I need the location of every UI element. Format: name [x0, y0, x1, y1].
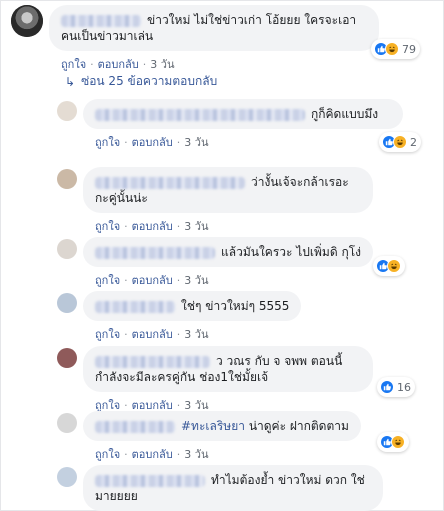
- comment-text: แล้วมันใครวะ ไปเพิ่มดิ กุโง่: [221, 245, 362, 259]
- comment-bubble: #ทะเลริษยา น่าดูค่ะ ฝากติดตาม: [83, 411, 361, 441]
- reply-comment: ว วณร กับ จ จพพ ตอนนี้กำลังจะมีละครคู่กั…: [57, 346, 373, 414]
- like-link[interactable]: ถูกใจ: [95, 328, 120, 341]
- comment-bubble: ว่างั้นเจ้จะกล้าเรอะกะคู่นั้นน่ะ: [83, 167, 373, 213]
- comment-bubble: ใช่ๆ ข่าวใหม่ๆ 5555: [83, 291, 302, 321]
- reply-comment: แล้วมันใครวะ ไปเพิ่มดิ กุโง่ ถูกใจ · ตอบกล…: [57, 237, 374, 289]
- commenter-name[interactable]: [95, 108, 305, 121]
- comment-time[interactable]: 3 วัน: [184, 274, 208, 287]
- haha-reaction-icon: [385, 42, 399, 56]
- comment-actions: ถูกใจ · ตอบกลับ · 3 วัน: [95, 136, 209, 149]
- reply-comment: ทำไมต้องย้ำ ข่าวใหม่ ดวก ใช่มายยยย: [57, 465, 383, 511]
- commenter-name[interactable]: [95, 300, 175, 313]
- comment-time[interactable]: 3 วัน: [184, 220, 208, 233]
- commenter-name[interactable]: [95, 176, 245, 189]
- reply-comment: กูก็คิดแบบมึง ถูกใจ · ตอบกลับ · 3 วัน: [57, 99, 403, 151]
- top-comment: ข่าวใหม่ ไม่ใช่ข่าวเก่า โอ้ยยย ใครจะเอาค…: [11, 5, 379, 73]
- reply-link[interactable]: ตอบกลับ: [132, 136, 173, 149]
- commenter-name[interactable]: [95, 355, 210, 368]
- like-link[interactable]: ถูกใจ: [95, 274, 120, 287]
- like-link[interactable]: ถูกใจ: [95, 136, 120, 149]
- comment-bubble: กูก็คิดแบบมึง: [83, 99, 403, 129]
- avatar[interactable]: [57, 348, 77, 368]
- comment-actions: ถูกใจ · ตอบกลับ · 3 วัน: [95, 448, 209, 461]
- comment-text: ใช่ๆ ข่าวใหม่ๆ 5555: [181, 299, 290, 313]
- comment-bubble: ข่าวใหม่ ไม่ใช่ข่าวเก่า โอ้ยยย ใครจะเอาค…: [49, 5, 379, 51]
- avatar[interactable]: [57, 467, 77, 487]
- comment-actions: ถูกใจ · ตอบกลับ · 3 วัน: [95, 328, 209, 341]
- comment-bubble: แล้วมันใครวะ ไปเพิ่มดิ กุโง่: [83, 237, 374, 267]
- commenter-name[interactable]: [95, 474, 205, 487]
- reaction-summary[interactable]: 2: [379, 132, 421, 152]
- comment-text: น่าดูค่ะ ฝากติดตาม: [245, 419, 349, 433]
- like-reaction-icon: [380, 380, 394, 394]
- comment-bubble: ว วณร กับ จ จพพ ตอนนี้กำลังจะมีละครคู่กั…: [83, 346, 373, 392]
- haha-reaction-icon: [393, 135, 407, 149]
- reaction-summary[interactable]: [373, 256, 405, 276]
- commenter-name[interactable]: [61, 14, 141, 27]
- reaction-count: 2: [410, 135, 417, 149]
- reaction-summary[interactable]: 79: [371, 39, 420, 59]
- comment-time[interactable]: 3 วัน: [150, 58, 174, 71]
- commenter-name[interactable]: [95, 420, 175, 433]
- reaction-summary[interactable]: 16: [377, 377, 415, 397]
- comment-actions: ถูกใจ · ตอบกลับ · 3 วัน: [61, 58, 175, 71]
- reply-link[interactable]: ตอบกลับ: [132, 220, 173, 233]
- comment-time[interactable]: 3 วัน: [184, 448, 208, 461]
- reaction-count: 16: [397, 380, 411, 394]
- comment-time[interactable]: 3 วัน: [184, 328, 208, 341]
- like-link[interactable]: ถูกใจ: [61, 58, 86, 71]
- comment-time[interactable]: 3 วัน: [184, 136, 208, 149]
- hide-replies-link[interactable]: ↳ ซ่อน 25 ข้อความตอบกลับ: [65, 72, 217, 91]
- comment-actions: ถูกใจ · ตอบกลับ · 3 วัน: [95, 274, 209, 287]
- avatar[interactable]: [57, 293, 77, 313]
- comment-text: กูก็คิดแบบมึง: [311, 107, 379, 121]
- reply-link[interactable]: ตอบกลับ: [132, 274, 173, 287]
- reply-comment: #ทะเลริษยา น่าดูค่ะ ฝากติดตาม ถูกใจ · ตอบก…: [57, 411, 361, 463]
- reaction-count: 79: [402, 42, 416, 56]
- haha-reaction-icon: [391, 435, 405, 449]
- hashtag-link[interactable]: #ทะเลริษยา: [181, 419, 245, 433]
- reply-link[interactable]: ตอบกลับ: [132, 448, 173, 461]
- comment-bubble: ทำไมต้องย้ำ ข่าวใหม่ ดวก ใช่มายยยย: [83, 465, 383, 511]
- reaction-summary[interactable]: [377, 432, 409, 452]
- comment-thread: ข่าวใหม่ ไม่ใช่ข่าวเก่า โอ้ยยย ใครจะเอาค…: [0, 0, 444, 511]
- avatar[interactable]: [57, 413, 77, 433]
- avatar[interactable]: [57, 239, 77, 259]
- commenter-name[interactable]: [95, 246, 215, 259]
- like-link[interactable]: ถูกใจ: [95, 448, 120, 461]
- like-link[interactable]: ถูกใจ: [95, 220, 120, 233]
- reply-comment: ใช่ๆ ข่าวใหม่ๆ 5555 ถูกใจ · ตอบกลับ · 3 วัน: [57, 291, 302, 343]
- reply-link[interactable]: ตอบกลับ: [132, 328, 173, 341]
- reply-link[interactable]: ตอบกลับ: [98, 58, 139, 71]
- avatar[interactable]: [11, 5, 43, 37]
- hide-replies-label: ซ่อน 25 ข้อความตอบกลับ: [81, 74, 218, 88]
- avatar[interactable]: [57, 169, 77, 189]
- haha-reaction-icon: [387, 259, 401, 273]
- reply-arrow-icon: ↳: [65, 74, 76, 89]
- comment-actions: ถูกใจ · ตอบกลับ · 3 วัน: [95, 220, 209, 233]
- avatar[interactable]: [57, 101, 77, 121]
- reply-comment: ว่างั้นเจ้จะกล้าเรอะกะคู่นั้นน่ะ ถูกใจ · ต…: [57, 167, 373, 235]
